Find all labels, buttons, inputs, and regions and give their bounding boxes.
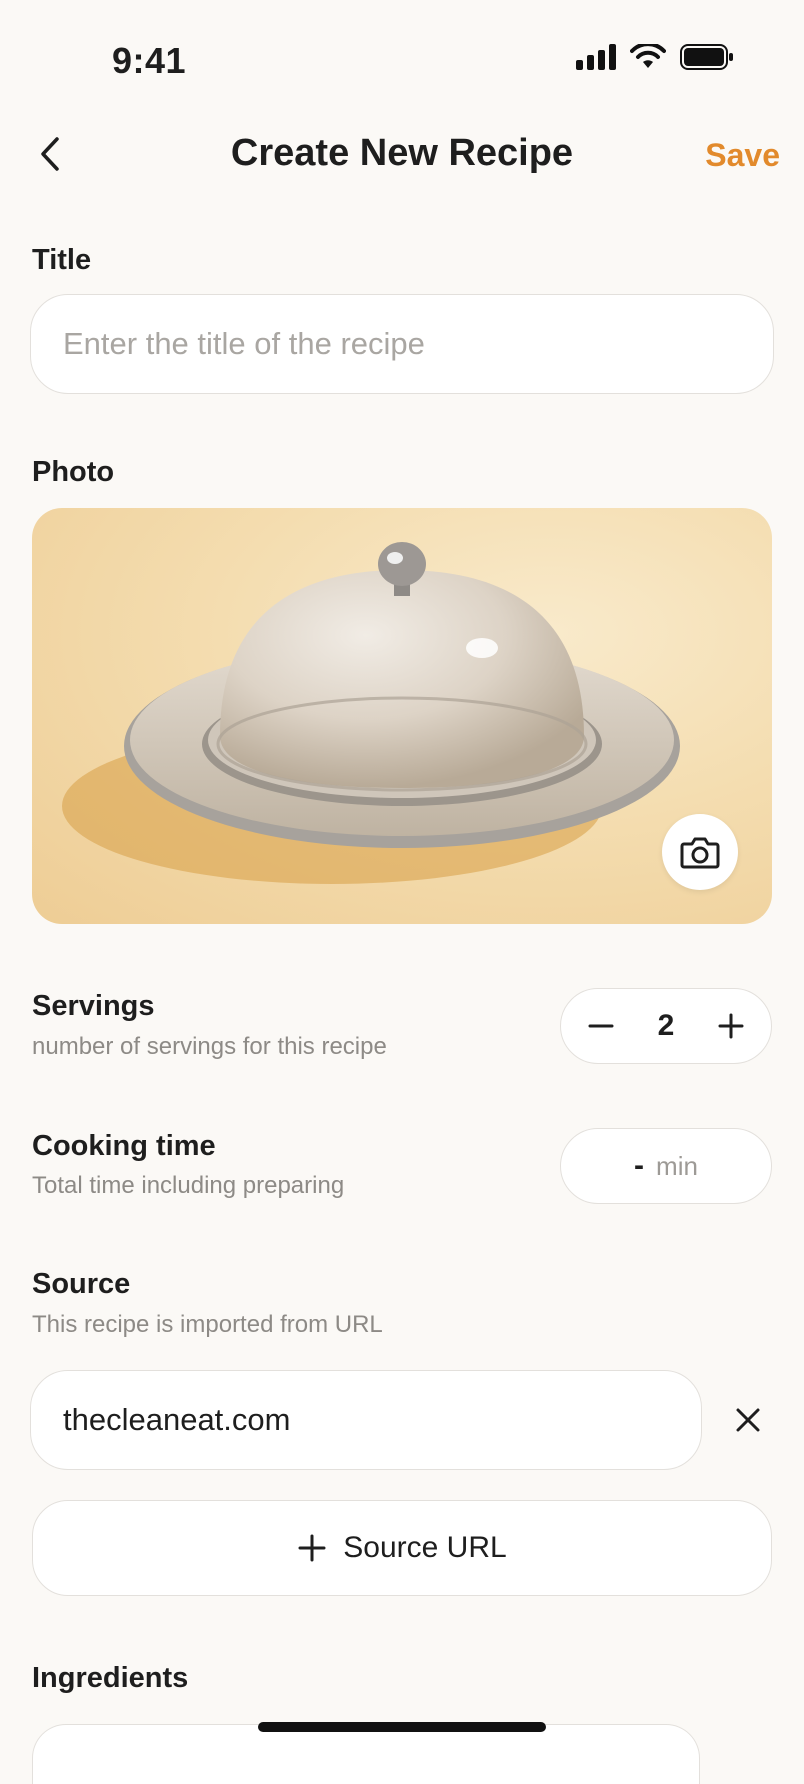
- cloche-illustration: [62, 542, 680, 884]
- ingredient-input[interactable]: [32, 1724, 700, 1784]
- servings-description: number of servings for this recipe: [32, 1033, 387, 1060]
- close-icon: [736, 1408, 760, 1432]
- increment-button[interactable]: [717, 1012, 745, 1040]
- source-url-value: thecleaneat.com: [63, 1402, 291, 1437]
- minus-icon: [588, 1024, 614, 1028]
- cooking-time-description: Total time including preparing: [32, 1172, 345, 1199]
- plus-icon: [298, 1534, 326, 1562]
- save-button[interactable]: Save: [705, 137, 780, 174]
- servings-stepper: 2: [560, 988, 772, 1064]
- title-label: Title: [32, 244, 92, 276]
- cooking-time-value: -: [634, 1149, 645, 1182]
- signal-icon: [576, 44, 616, 70]
- status-time: 9:41: [112, 40, 187, 81]
- source-label: Source: [32, 1268, 131, 1300]
- clear-source-button[interactable]: [732, 1404, 764, 1436]
- change-photo-button[interactable]: [662, 814, 738, 890]
- source-url-input[interactable]: thecleaneat.com: [30, 1370, 702, 1470]
- title-input[interactable]: Enter the title of the recipe: [30, 294, 774, 394]
- recipe-photo[interactable]: [32, 508, 772, 924]
- servings-label: Servings: [32, 990, 155, 1022]
- plus-icon: [718, 1013, 744, 1039]
- source-description: This recipe is imported from URL: [32, 1311, 383, 1338]
- cooking-time-input[interactable]: - min: [560, 1128, 772, 1204]
- page-title: Create New Recipe: [230, 132, 574, 174]
- home-indicator: [258, 1722, 546, 1732]
- battery-icon: [680, 44, 733, 70]
- title-placeholder: Enter the title of the recipe: [63, 326, 425, 361]
- add-source-url-label: Source URL: [343, 1531, 507, 1564]
- status-icons: [576, 44, 734, 70]
- camera-icon: [680, 837, 720, 869]
- add-source-url-button[interactable]: Source URL: [32, 1500, 772, 1596]
- cooking-time-label: Cooking time: [32, 1130, 216, 1162]
- wifi-icon: [630, 44, 666, 68]
- cooking-time-unit: min: [656, 1150, 698, 1181]
- ingredients-label: Ingredients: [32, 1662, 189, 1694]
- photo-label: Photo: [32, 456, 115, 488]
- servings-count: 2: [657, 1009, 675, 1042]
- decrement-button[interactable]: [587, 1012, 615, 1040]
